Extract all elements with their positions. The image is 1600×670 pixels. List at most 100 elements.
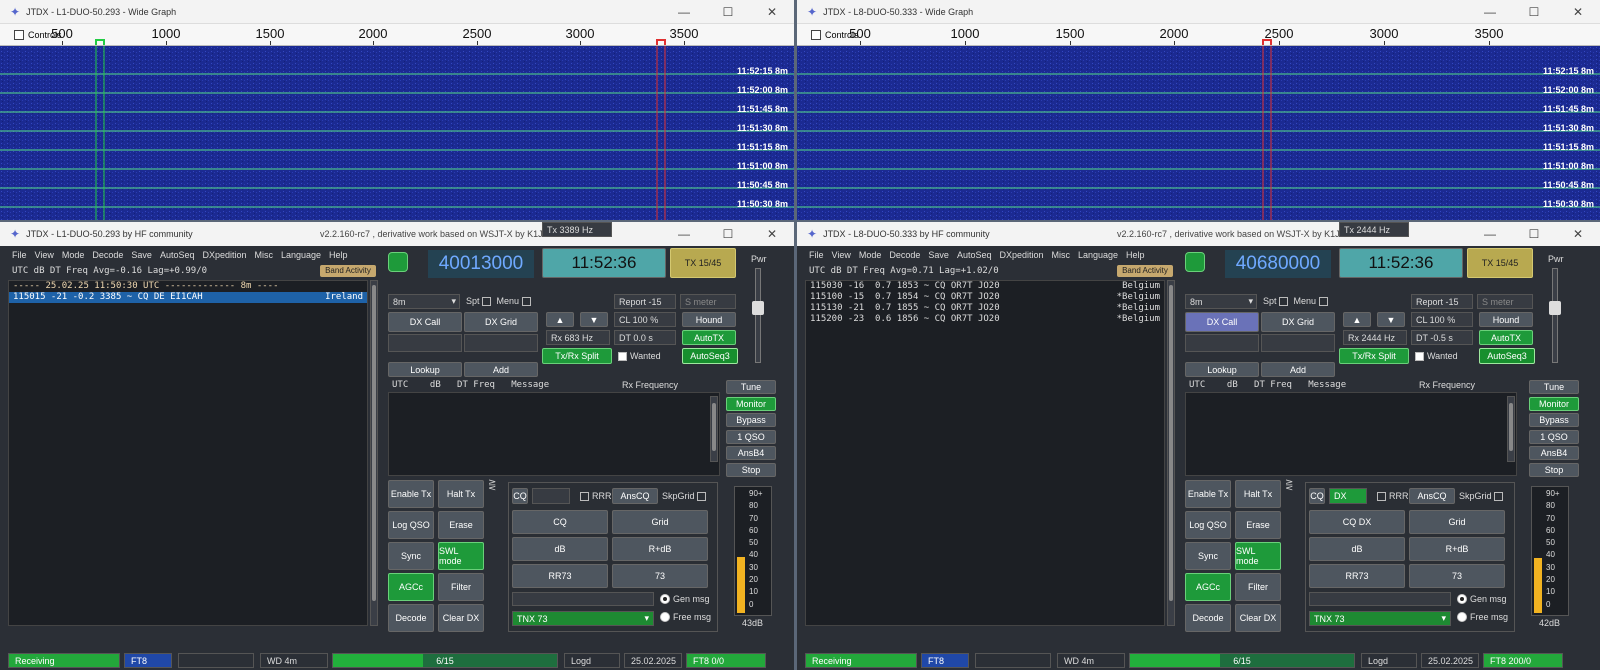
- main-titlebar[interactable]: ✦ JTDX - L8-DUO-50.333 by HF community v…: [797, 222, 1600, 246]
- menu-help[interactable]: Help: [1126, 250, 1145, 260]
- gen-msg-radio-dot[interactable]: [1457, 594, 1467, 604]
- minimize-icon[interactable]: —: [662, 0, 706, 23]
- scrollbar-thumb[interactable]: [1509, 403, 1513, 451]
- lookup-button[interactable]: Lookup: [388, 362, 462, 377]
- frequency-ruler[interactable]: Controls 500 1000 1500 2000 2500 3000 3500: [797, 24, 1600, 46]
- close-icon[interactable]: ✕: [1556, 222, 1600, 246]
- report-field[interactable]: Report -15: [1411, 294, 1473, 309]
- free-msg-radio-dot[interactable]: [660, 612, 670, 622]
- gen-msg-73-button[interactable]: 73: [612, 564, 708, 588]
- dx-call-input[interactable]: [1185, 334, 1259, 352]
- scrollbar-thumb[interactable]: [712, 403, 716, 451]
- s-meter-field[interactable]: S meter: [1477, 294, 1533, 309]
- tx-frequency-field[interactable]: Tx 2444 Hz: [1339, 222, 1409, 237]
- free-msg-radio[interactable]: Free msg: [660, 612, 711, 622]
- halt-tx-button[interactable]: Halt Tx: [438, 480, 484, 508]
- menu-checkbox-box[interactable]: [1318, 297, 1328, 307]
- skpgrid-checkbox[interactable]: SkpGrid: [662, 491, 709, 502]
- autoseq3-button[interactable]: AutoSeq3: [682, 348, 738, 364]
- clear-dx-button[interactable]: Clear DX: [1235, 604, 1281, 632]
- band-select[interactable]: 8m ▾: [388, 294, 460, 309]
- skpgrid-checkbox-box[interactable]: [1494, 492, 1504, 502]
- enable-tx-button[interactable]: Enable Tx: [388, 480, 434, 508]
- maximize-icon[interactable]: ☐: [706, 0, 750, 23]
- menu-save[interactable]: Save: [928, 250, 949, 260]
- gen-msg-rr73-button[interactable]: RR73: [1309, 564, 1405, 588]
- decode-button[interactable]: Decode: [388, 604, 434, 632]
- rx-frequency-scrollbar[interactable]: [1507, 396, 1515, 462]
- menu-save[interactable]: Save: [131, 250, 152, 260]
- dx-grid-button[interactable]: DX Grid: [1261, 312, 1335, 332]
- minimize-icon[interactable]: —: [1468, 222, 1512, 246]
- tx-frequency-marker[interactable]: [656, 39, 666, 45]
- add-button[interactable]: Add: [464, 362, 538, 377]
- power-slider[interactable]: [1549, 268, 1561, 363]
- menu-view[interactable]: View: [832, 250, 851, 260]
- maximize-icon[interactable]: ☐: [1512, 222, 1556, 246]
- maximize-icon[interactable]: ☐: [706, 222, 750, 246]
- band-activity-button[interactable]: Band Activity: [320, 265, 376, 277]
- sync-button[interactable]: Sync: [388, 542, 434, 570]
- monitor-led-button[interactable]: [1185, 252, 1205, 272]
- skpgrid-checkbox[interactable]: SkpGrid: [1459, 491, 1506, 502]
- stop-button[interactable]: Stop: [726, 462, 776, 477]
- controls-checkbox-box[interactable]: [811, 30, 821, 40]
- monitor-button[interactable]: Monitor: [1529, 396, 1579, 411]
- monitor-button[interactable]: Monitor: [726, 396, 776, 411]
- frequency-ruler[interactable]: Controls 500 1000 1500 2000 2500 3000 3500: [0, 24, 794, 46]
- dx-call-input[interactable]: [388, 334, 462, 352]
- rx-frequency-scrollbar[interactable]: [710, 396, 718, 462]
- autoseq3-button[interactable]: AutoSeq3: [1479, 348, 1535, 364]
- enable-tx-button[interactable]: Enable Tx: [1185, 480, 1231, 508]
- menu-autoseq[interactable]: AutoSeq: [957, 250, 992, 260]
- rx-frequency-list[interactable]: [1185, 392, 1517, 476]
- menu-autoseq[interactable]: AutoSeq: [160, 250, 195, 260]
- gen-msg-radio-dot[interactable]: [660, 594, 670, 604]
- cq-modifier-field[interactable]: [532, 488, 570, 504]
- autotx-button[interactable]: AutoTX: [682, 330, 736, 345]
- waterfall[interactable]: 11:52:15 8m 11:52:00 8m 11:51:45 8m 11:51:3…: [797, 46, 1600, 220]
- free-msg-radio-dot[interactable]: [1457, 612, 1467, 622]
- free-text-select[interactable]: TNX 73 ▾: [1309, 611, 1451, 626]
- rrr-checkbox[interactable]: RRR: [580, 491, 612, 502]
- tx-rx-split-button[interactable]: Tx/Rx Split: [542, 348, 612, 364]
- hound-button[interactable]: Hound: [682, 312, 736, 327]
- menu-misc[interactable]: Misc: [1052, 250, 1071, 260]
- gen-msg-db-button[interactable]: dB: [512, 537, 608, 561]
- dx-call-button[interactable]: DX Call: [1185, 312, 1259, 332]
- tx-up-button[interactable]: ▲: [1343, 312, 1371, 327]
- gen-msg-radio[interactable]: Gen msg: [1457, 594, 1507, 604]
- decode-row[interactable]: 115130 -21 0.7 1855 ~ CQ OR7T JO20 *Belgi…: [806, 303, 1164, 314]
- wide-graph-titlebar[interactable]: ✦ JTDX - L8-DUO-50.333 - Wide Graph — ☐ …: [797, 0, 1600, 24]
- halt-tx-button[interactable]: Halt Tx: [1235, 480, 1281, 508]
- rx-frequency-marker[interactable]: [95, 39, 105, 45]
- menu-mode[interactable]: Mode: [62, 250, 85, 260]
- gen-msg-73-button[interactable]: 73: [1409, 564, 1505, 588]
- dt-field[interactable]: DT 0.0 s: [614, 330, 676, 345]
- menu-checkbox-box[interactable]: [521, 297, 531, 307]
- tx-rx-split-button[interactable]: Tx/Rx Split: [1339, 348, 1409, 364]
- spt-checkbox[interactable]: Spt Menu: [466, 296, 534, 307]
- close-icon[interactable]: ✕: [1556, 0, 1600, 23]
- tx-up-button[interactable]: ▲: [546, 312, 574, 327]
- add-button[interactable]: Add: [1261, 362, 1335, 377]
- main-titlebar[interactable]: ✦ JTDX - L1-DUO-50.293 by HF community v…: [0, 222, 794, 246]
- power-slider-knob[interactable]: [1549, 301, 1561, 315]
- band-activity-button[interactable]: Band Activity: [1117, 265, 1173, 277]
- band-activity-list[interactable]: 115030 -16 0.7 1853 ~ CQ OR7T JO20 Belgiu…: [805, 280, 1165, 626]
- menu-help[interactable]: Help: [329, 250, 348, 260]
- decode-row[interactable]: 115100 -15 0.7 1854 ~ CQ OR7T JO20 *Belgi…: [806, 292, 1164, 303]
- log-qso-button[interactable]: Log QSO: [1185, 511, 1231, 539]
- wide-graph-titlebar[interactable]: ✦ JTDX - L1-DUO-50.293 - Wide Graph — ☐ …: [0, 0, 794, 24]
- tx-frequency-field[interactable]: Tx 3389 Hz: [542, 222, 612, 237]
- swl-mode-button[interactable]: SWL mode: [1235, 542, 1281, 570]
- cq-toggle[interactable]: CQ: [1309, 488, 1325, 504]
- decode-row[interactable]: 115200 -23 0.6 1856 ~ CQ OR7T JO20 *Belgi…: [806, 314, 1164, 325]
- anscq-button[interactable]: AnsCQ: [612, 488, 658, 504]
- menu-language[interactable]: Language: [281, 250, 321, 260]
- wanted-checkbox-box[interactable]: [618, 352, 627, 362]
- s-meter-field[interactable]: S meter: [680, 294, 736, 309]
- wanted-checkbox[interactable]: Wanted: [1415, 351, 1458, 362]
- tx-tabs-icon[interactable]: ⋛: [1285, 480, 1293, 491]
- menu-dxpedition[interactable]: DXpedition: [202, 250, 246, 260]
